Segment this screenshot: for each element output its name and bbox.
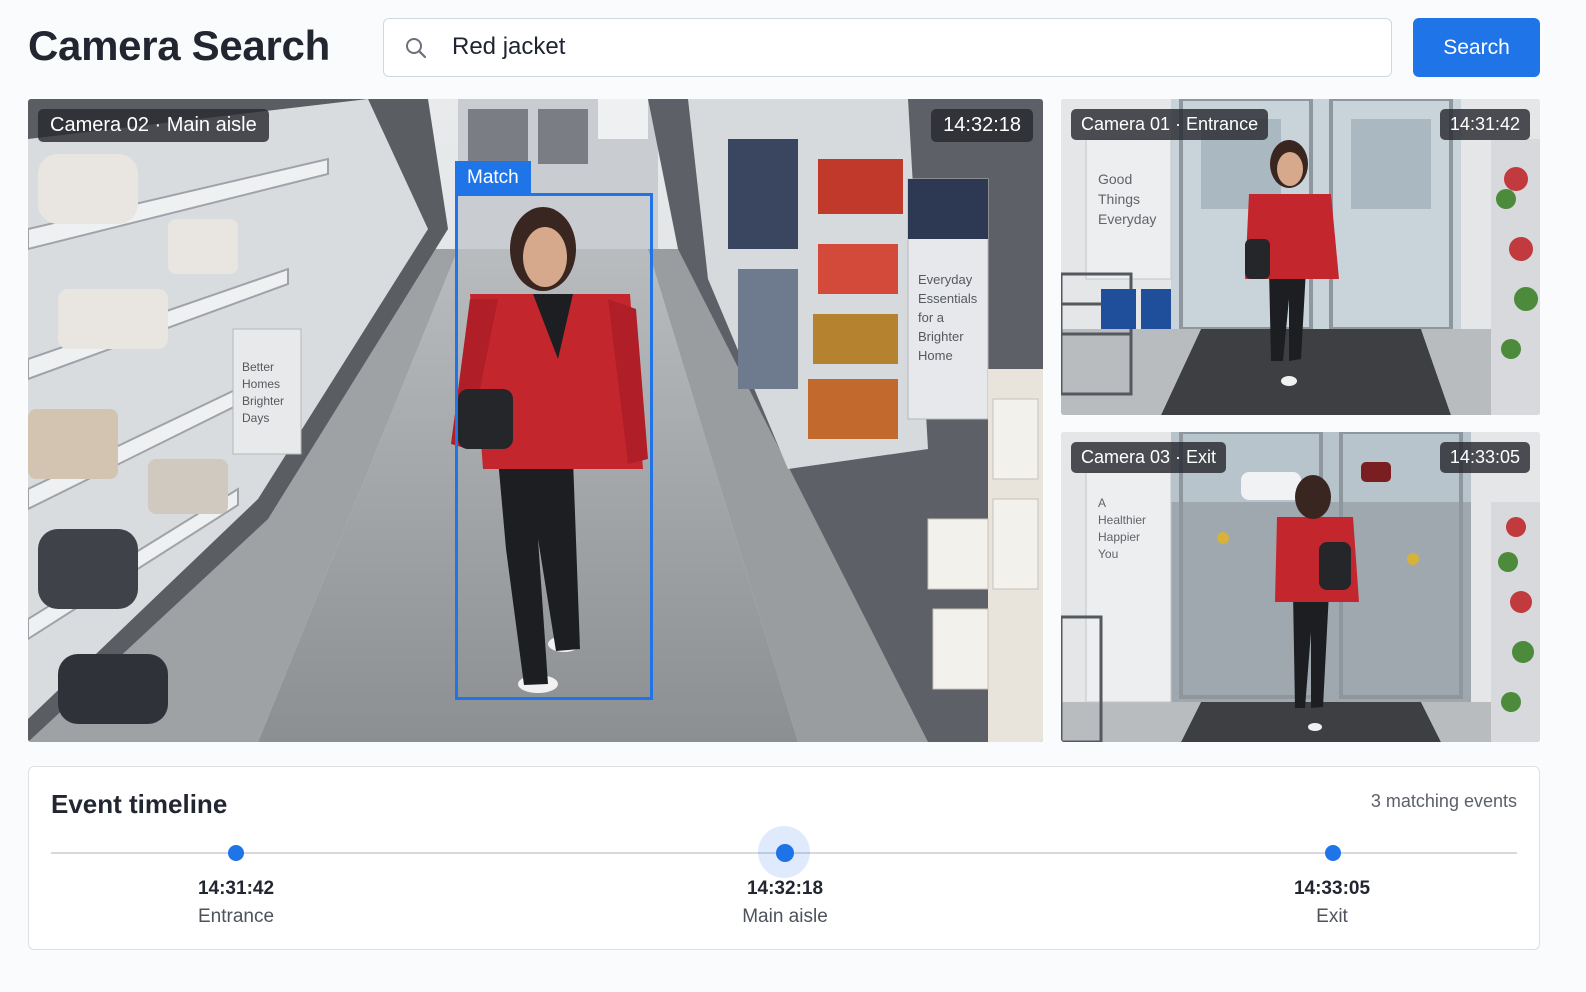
search-button[interactable]: Search [1413, 18, 1540, 77]
event-time: 14:32:18 [746, 878, 824, 899]
timeline-title: Event timeline [51, 789, 228, 819]
sign-text: Days [242, 411, 269, 425]
sign-text: Good [1098, 171, 1132, 187]
match-bounding-box[interactable] [455, 193, 653, 700]
search-input[interactable] [450, 19, 1370, 75]
event-time: 14:31:42 [197, 878, 275, 899]
sign-text: Happier [1098, 530, 1140, 544]
sign-text: You [1098, 547, 1118, 561]
matching-events-count: 3 matching events [1370, 791, 1517, 811]
camera-label: Camera 02 · Main aisle [38, 109, 269, 142]
camera-label: Camera 01 · Entrance [1071, 109, 1269, 140]
camera-label: Camera 03 · Exit [1071, 442, 1227, 473]
match-tag: Match [455, 161, 531, 194]
event-place: Exit [1316, 906, 1348, 927]
sign-text: Healthier [1098, 513, 1146, 527]
camera-feed-entrance[interactable]: Good Things Everyday Camera 01 · Entranc… [1061, 99, 1540, 415]
search-icon [406, 38, 427, 59]
camera-feed-exit[interactable]: A Healthier Happier You Camera 03 · Exit… [1061, 432, 1540, 742]
search-box[interactable] [383, 18, 1392, 77]
entrance-scene: Good Things Everyday [1061, 99, 1540, 415]
event-place: Main aisle [742, 906, 828, 927]
sign-text: Better [242, 360, 274, 374]
sign-text: Everyday [1098, 211, 1156, 227]
sign-text: Everyday [918, 272, 973, 287]
page-title: Camera Search [28, 22, 330, 69]
sign-text: Brighter [918, 329, 964, 344]
event-time: 14:33:05 [1293, 878, 1371, 899]
event-marker-exit[interactable] [1325, 845, 1341, 861]
event-marker-entrance[interactable] [228, 845, 244, 861]
sign-text: Essentials [918, 291, 978, 306]
exit-scene: A Healthier Happier You [1061, 432, 1540, 742]
feed-timestamp: 14:31:42 [1439, 109, 1530, 140]
feed-timestamp: 14:32:18 [931, 109, 1033, 142]
event-marker-main-aisle[interactable] [758, 826, 810, 878]
sign-text: Brighter [242, 394, 284, 408]
sign-text: Things [1098, 191, 1140, 207]
camera-feed-main[interactable]: Better Homes Brighter Days Everyday Esse… [28, 99, 1043, 742]
event-place: Entrance [197, 906, 275, 927]
event-timeline-panel: Event timeline 3 matching events 14:31:4… [28, 766, 1540, 950]
sign-text: Homes [242, 377, 280, 391]
feed-timestamp: 14:33:05 [1439, 442, 1530, 473]
sign-text: Home [918, 348, 953, 363]
sign-text: for a [918, 310, 945, 325]
sign-text: A [1098, 496, 1106, 510]
